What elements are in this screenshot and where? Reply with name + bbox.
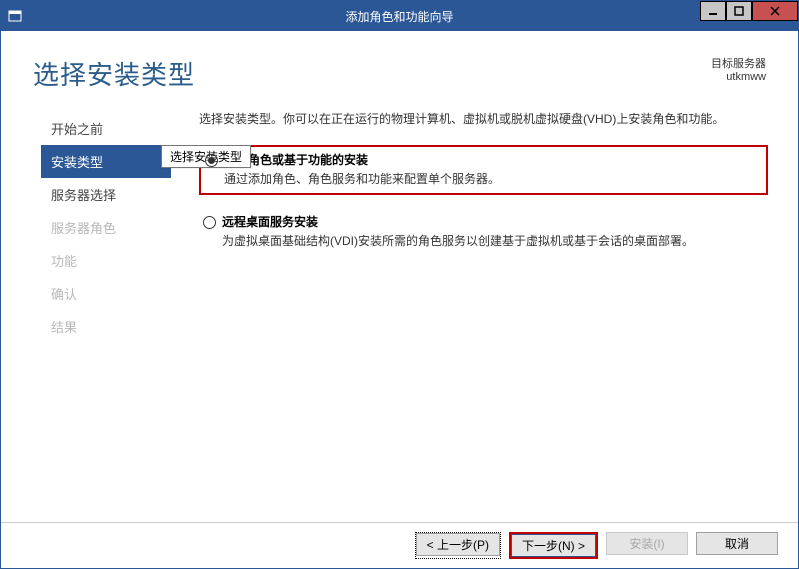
radio-role-based[interactable] (205, 154, 218, 167)
body: 开始之前 安装类型 服务器选择 服务器角色 功能 确认 结果 选择安装类型 选择… (1, 110, 798, 522)
install-button: 安装(I) (606, 532, 688, 555)
maximize-button[interactable] (726, 1, 752, 21)
titlebar: 添加角色和功能向导 (1, 1, 798, 31)
footer-buttons: < 上一步(P) 下一步(N) > 安装(I) 取消 (1, 522, 798, 568)
option-rds-desc: 为虚拟桌面基础结构(VDI)安装所需的角色服务以创建基于虚拟机或基于会话的桌面部… (222, 232, 694, 249)
step-before-you-begin[interactable]: 开始之前 (41, 112, 171, 145)
option-role-based-install[interactable]: 基于角色或基于功能的安装 通过添加角色、角色服务和功能来配置单个服务器。 (199, 145, 768, 195)
next-button-highlight: 下一步(N) > (509, 532, 598, 559)
step-features: 功能 (41, 244, 171, 277)
option-remote-desktop-install[interactable]: 远程桌面服务安装 为虚拟桌面基础结构(VDI)安装所需的角色服务以创建基于虚拟机… (199, 209, 768, 255)
step-confirmation: 确认 (41, 277, 171, 310)
radio-remote-desktop[interactable] (203, 216, 216, 229)
step-server-roles: 服务器角色 (41, 211, 171, 244)
next-button[interactable]: 下一步(N) > (511, 534, 596, 557)
step-server-selection[interactable]: 服务器选择 (41, 178, 171, 211)
header: 选择安装类型 目标服务器 utkmww (1, 31, 798, 110)
option-role-title: 基于角色或基于功能的安装 (224, 151, 500, 168)
main-content: 选择安装类型。你可以在正在运行的物理计算机、虚拟机或脱机虚拟硬盘(VHD)上安装… (171, 110, 780, 522)
target-server-label: 目标服务器 (711, 55, 766, 71)
option-role-desc: 通过添加角色、角色服务和功能来配置单个服务器。 (224, 170, 500, 187)
option-rds-title: 远程桌面服务安装 (222, 213, 694, 230)
prev-button-outline: < 上一步(P) (415, 532, 501, 559)
page-title: 选择安装类型 (33, 55, 195, 92)
step-results: 结果 (41, 310, 171, 343)
previous-button[interactable]: < 上一步(P) (416, 533, 500, 556)
target-server-info: 目标服务器 utkmww (711, 55, 766, 83)
wizard-window: 添加角色和功能向导 选择安装类型 目标服务器 utkmww 开始之前 安装类型 … (0, 0, 799, 569)
window-controls (700, 1, 798, 21)
cancel-button[interactable]: 取消 (696, 532, 778, 555)
wizard-steps: 开始之前 安装类型 服务器选择 服务器角色 功能 确认 结果 选择安装类型 (41, 110, 171, 522)
app-icon (1, 9, 29, 23)
step-installation-type[interactable]: 安装类型 (41, 145, 171, 178)
close-button[interactable] (752, 1, 798, 21)
minimize-button[interactable] (700, 1, 726, 21)
window-title: 添加角色和功能向导 (1, 8, 798, 25)
target-server-name: utkmww (711, 71, 766, 83)
intro-text: 选择安装类型。你可以在正在运行的物理计算机、虚拟机或脱机虚拟硬盘(VHD)上安装… (199, 110, 768, 127)
